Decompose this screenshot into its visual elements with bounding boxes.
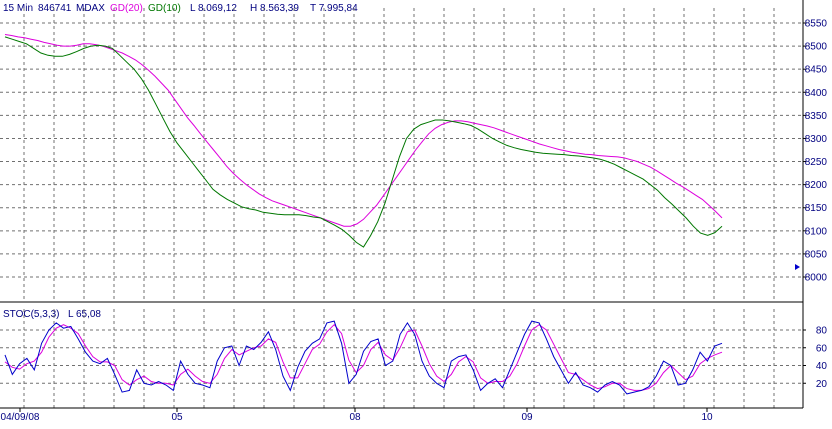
high-value: H 8.563,39 (250, 3, 299, 14)
x-tick-label: 09 (521, 412, 533, 423)
price-tick-label: 8550 (805, 19, 828, 30)
stoch-tick-label: 40 (816, 361, 828, 372)
day-low-value: T 7.995,84 (310, 3, 358, 14)
x-tick-label: 04/09/08 (1, 412, 40, 423)
price-tick-label: 8050 (805, 249, 828, 260)
stoch-label: STOC(5,3,3) (3, 309, 60, 320)
interval-label: 15 Min (3, 3, 33, 14)
price-tick-label: 8300 (805, 134, 828, 145)
price-tick-label: 8400 (805, 88, 828, 99)
stoch-tick-label: 80 (816, 326, 828, 337)
price-tick-label: 8100 (805, 226, 828, 237)
chart-area: 15 Min 846741 MDAX GD(20) GD(10) L 8.069… (0, 0, 832, 424)
price-tick-label: 8150 (805, 203, 828, 214)
ma20-label: GD(20) (110, 3, 143, 14)
price-tick-label: 8350 (805, 111, 828, 122)
symbol-code: 846741 (38, 3, 72, 14)
symbol-name: MDAX (76, 3, 105, 14)
price-tick-label: 8250 (805, 157, 828, 168)
chart-svg: 15 Min 846741 MDAX GD(20) GD(10) L 8.069… (0, 0, 832, 424)
x-tick-label: 10 (701, 412, 713, 423)
price-tick-label: 8450 (805, 65, 828, 76)
ma10-label: GD(10) (148, 3, 181, 14)
price-tick-label: 8000 (805, 273, 828, 284)
stoch-tick-label: 60 (816, 343, 828, 354)
x-tick-label: 05 (171, 412, 183, 423)
price-tick-label: 8500 (805, 42, 828, 53)
low-value: L 8.069,12 (190, 3, 237, 14)
stoch-tick-label: 20 (816, 379, 828, 390)
price-tick-label: 8200 (805, 180, 828, 191)
stoch-last-value: L 65,08 (68, 309, 101, 320)
x-tick-label: 08 (349, 412, 361, 423)
